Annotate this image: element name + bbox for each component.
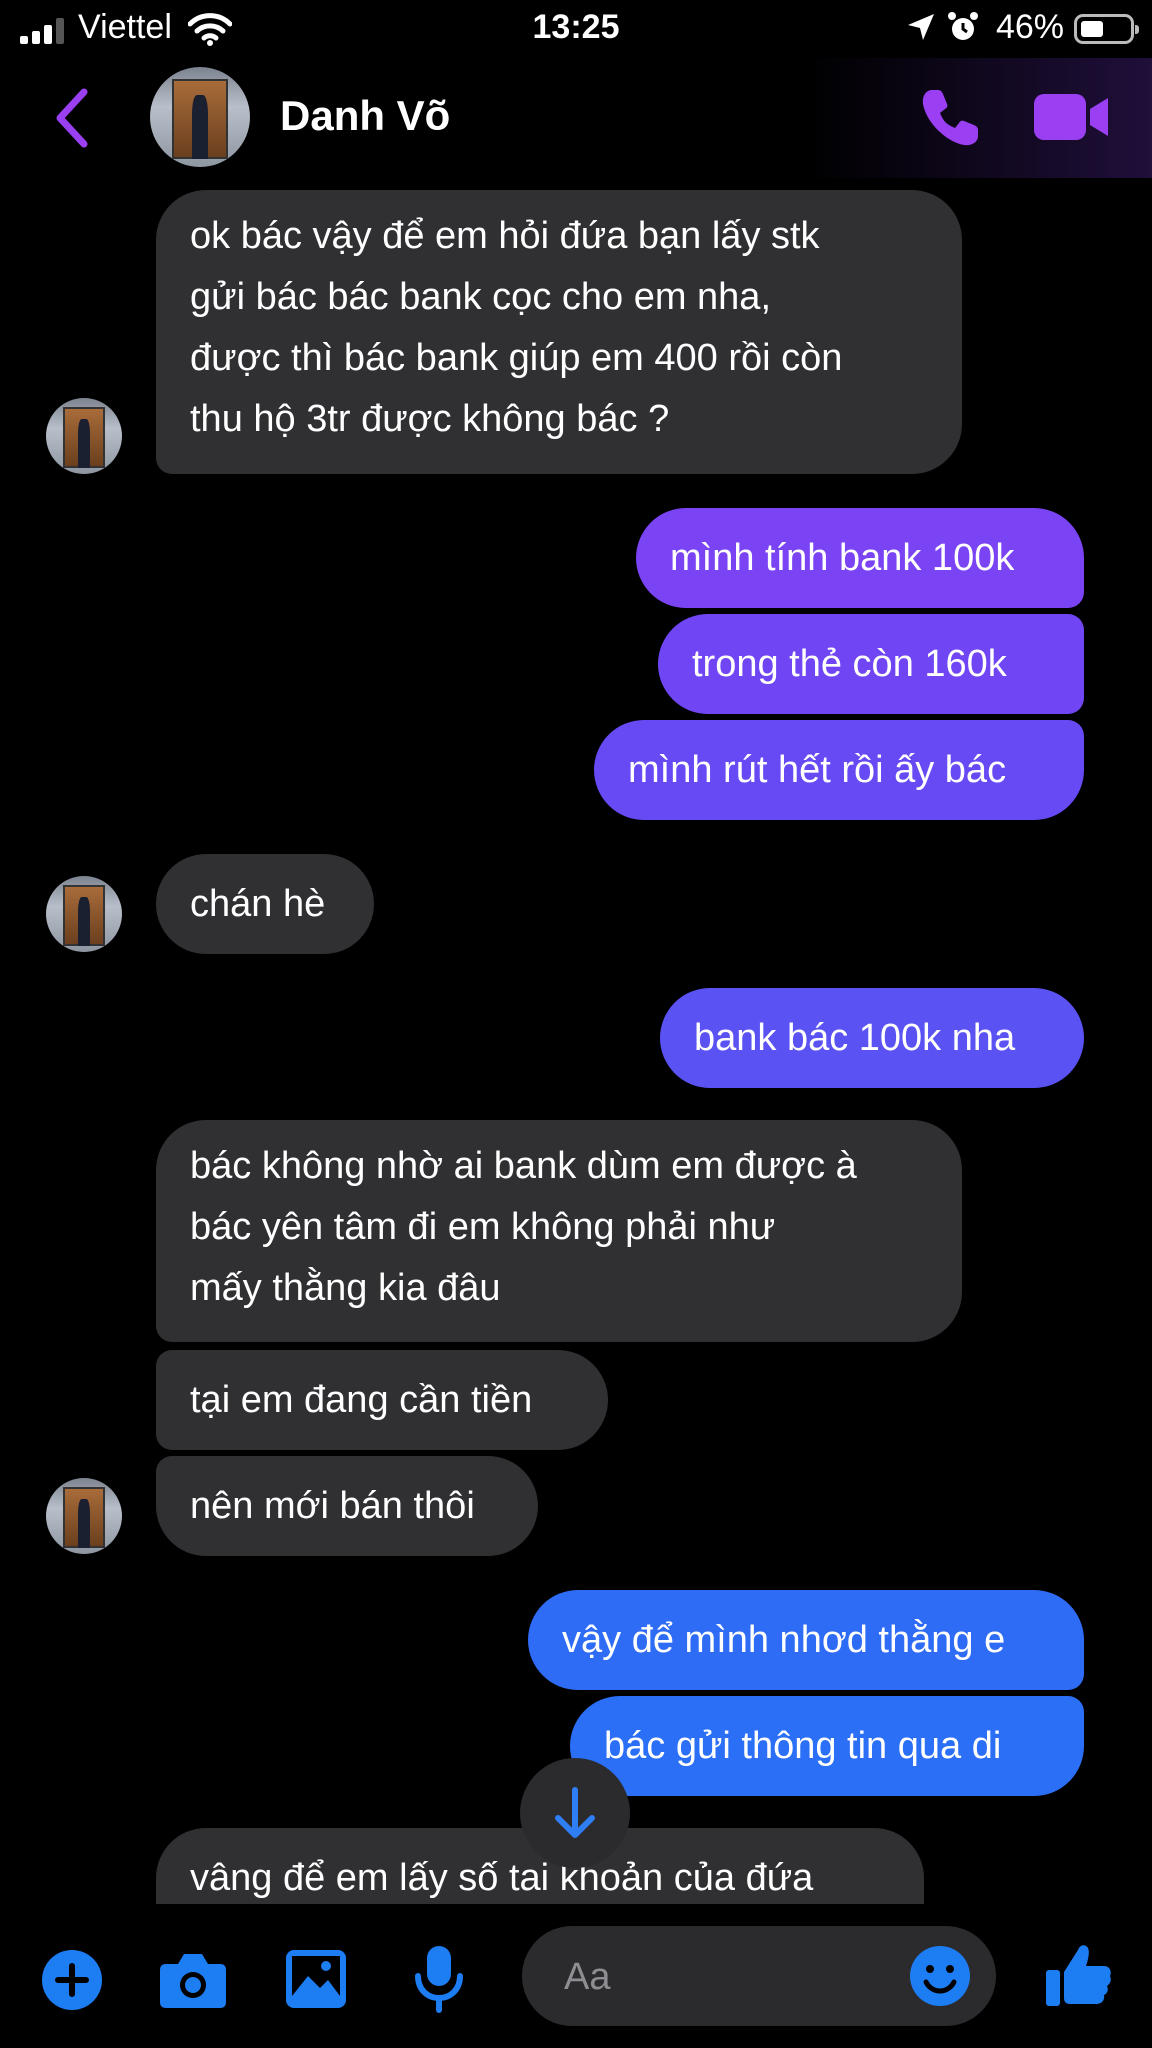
- message-bubble-incoming[interactable]: bác không nhờ ai bank dùm em được à bác …: [156, 1120, 962, 1342]
- arrow-down-icon: [555, 1787, 595, 1838]
- message-text: mình rút hết rồi ấy bác: [628, 749, 1007, 791]
- message-text: bác không nhờ ai bank dùm em được à bác …: [190, 1145, 857, 1309]
- message-bubble-incoming[interactable]: chán hè: [156, 854, 374, 954]
- message-bubble-outgoing[interactable]: mình rút hết rồi ấy bác: [594, 720, 1084, 820]
- message-text: ok bác vậy để em hỏi đứa bạn lấy stk gửi…: [190, 215, 843, 440]
- chat-header: Danh Võ: [0, 58, 1152, 178]
- message-bubble-incoming[interactable]: ok bác vậy để em hỏi đứa bạn lấy stk gửi…: [156, 190, 962, 474]
- message-text: vậy để mình nhơd thằng e: [562, 1619, 1006, 1661]
- message-text: trong thẻ còn 160k: [692, 643, 1007, 685]
- smiley-icon[interactable]: [908, 1944, 972, 2008]
- message-input-field[interactable]: [522, 1926, 996, 2028]
- message-text: mình tính bank 100k: [670, 537, 1015, 579]
- avatar[interactable]: [46, 398, 122, 474]
- message-text: vâng để em lấy số tai khoản của đứa: [190, 1857, 814, 1899]
- phone-icon[interactable]: [918, 86, 982, 150]
- thumbs-up-icon[interactable]: [1044, 1940, 1114, 2010]
- battery-icon: [1074, 14, 1139, 44]
- avatar[interactable]: [150, 67, 250, 167]
- location-arrow-icon: [908, 14, 934, 40]
- plus-circle-icon[interactable]: [40, 1948, 104, 2012]
- message-bubble-incoming[interactable]: nên mới bán thôi: [156, 1456, 538, 1556]
- message-text: chán hè: [190, 883, 326, 925]
- status-bar: Viettel 13:25 46%: [0, 0, 1152, 58]
- avatar[interactable]: [46, 1478, 122, 1554]
- battery-percent: 46%: [995, 8, 1064, 46]
- contact-name[interactable]: Danh Võ: [280, 92, 450, 140]
- microphone-icon[interactable]: [412, 1944, 466, 2014]
- chevron-left-icon[interactable]: [52, 86, 92, 150]
- video-camera-icon[interactable]: [1032, 92, 1110, 142]
- scroll-to-bottom-button[interactable]: [520, 1758, 630, 1868]
- message-text: tại em đang cần tiền: [190, 1379, 533, 1421]
- message-bubble-outgoing[interactable]: trong thẻ còn 160k: [658, 614, 1084, 714]
- message-bubble-outgoing[interactable]: bank bác 100k nha: [660, 988, 1084, 1088]
- message-text: nên mới bán thôi: [190, 1485, 475, 1527]
- message-input[interactable]: [562, 1926, 896, 2028]
- message-bubble-outgoing[interactable]: bác gửi thông tin qua di: [570, 1696, 1084, 1796]
- alarm-clock-icon: [948, 12, 978, 40]
- image-icon[interactable]: [284, 1948, 348, 2010]
- message-bubble-outgoing[interactable]: mình tính bank 100k: [636, 508, 1084, 608]
- camera-icon[interactable]: [158, 1950, 228, 2010]
- avatar[interactable]: [46, 876, 122, 952]
- message-text: bank bác 100k nha: [694, 1017, 1016, 1059]
- message-bubble-incoming[interactable]: tại em đang cần tiền: [156, 1350, 608, 1450]
- composer-bar: [0, 1904, 1152, 2048]
- message-text: bác gửi thông tin qua di: [604, 1725, 1002, 1767]
- message-bubble-outgoing[interactable]: vậy để mình nhơd thằng e: [528, 1590, 1084, 1690]
